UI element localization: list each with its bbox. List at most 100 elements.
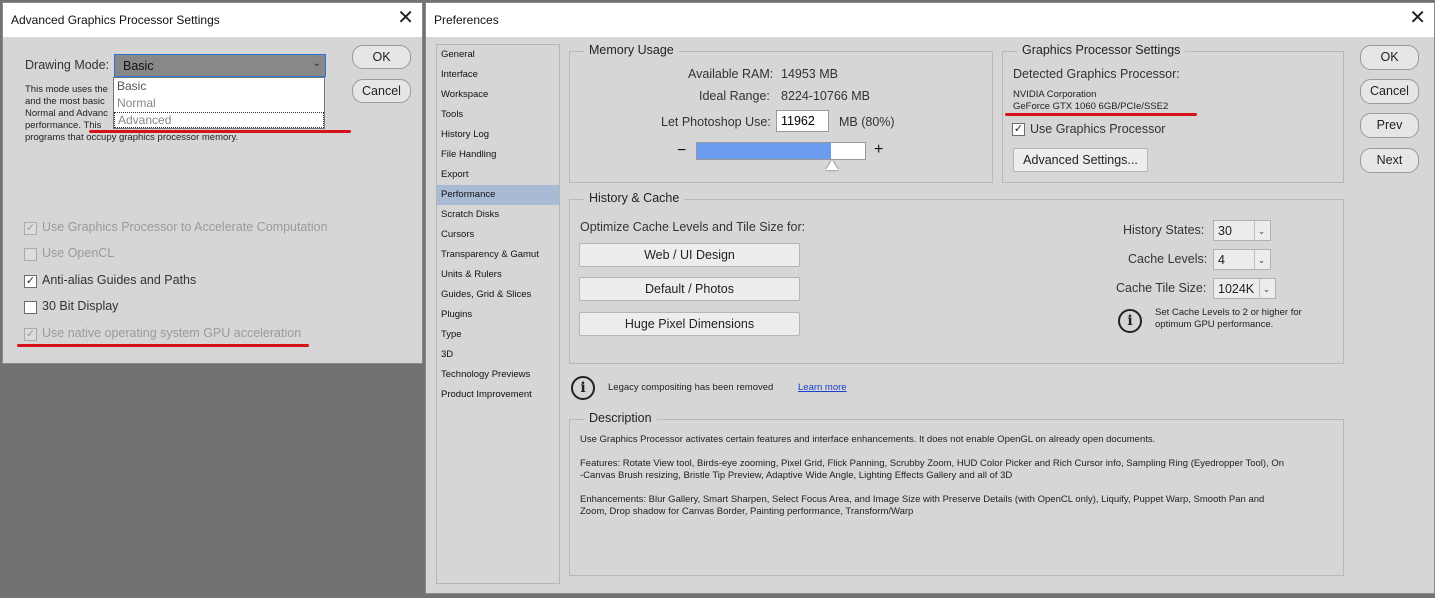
web-ui-design-button[interactable]: Web / UI Design	[579, 243, 800, 267]
prefs-cancel-button[interactable]: Cancel	[1360, 79, 1419, 104]
history-states-select[interactable]: 30 ⌄	[1213, 220, 1271, 241]
gpu-settings-legend: Graphics Processor Settings	[1017, 43, 1186, 57]
chevron-down-icon: ⌄	[312, 58, 321, 69]
sidebar-item-export[interactable]: Export	[437, 165, 559, 185]
prefs-sidebar: General Interface Workspace Tools History Lo…	[436, 44, 560, 584]
huge-pixel-dimensions-button[interactable]: Huge Pixel Dimensions	[579, 312, 800, 336]
sidebar-item-plugins[interactable]: Plugins	[437, 305, 559, 325]
opencl-checkbox[interactable]	[24, 248, 37, 261]
memory-slider-track[interactable]	[696, 142, 866, 160]
30bit-display-checkbox[interactable]	[24, 301, 37, 314]
cache-levels-label: Cache Levels:	[1128, 252, 1208, 266]
chevron-down-icon: ⌄	[1254, 250, 1268, 270]
highlight-underline-gpu-model	[1005, 113, 1197, 116]
antialias-checkbox[interactable]: ✓	[24, 275, 37, 288]
sidebar-item-workspace[interactable]: Workspace	[437, 85, 559, 105]
sidebar-item-units-rulers[interactable]: Units & Rulers	[437, 265, 559, 285]
prefs-ok-button[interactable]: OK	[1360, 45, 1419, 70]
prefs-title: Preferences	[434, 13, 499, 27]
learn-more-link[interactable]: Learn more	[798, 382, 847, 393]
dropdown-option-normal[interactable]: Normal	[114, 95, 324, 112]
cache-levels-select[interactable]: 4 ⌄	[1213, 249, 1271, 270]
ideal-range-value: 8224-10766 MB	[781, 89, 870, 103]
sidebar-item-tools[interactable]: Tools	[437, 105, 559, 125]
info-icon: i	[1118, 309, 1142, 333]
sidebar-item-history-log[interactable]: History Log	[437, 125, 559, 145]
mode-desc-line-2: and the most basic	[25, 96, 105, 107]
sidebar-item-general[interactable]: General	[437, 45, 559, 65]
sidebar-item-scratch-disks[interactable]: Scratch Disks	[437, 205, 559, 225]
default-photos-button[interactable]: Default / Photos	[579, 277, 800, 301]
chevron-down-icon: ⌄	[1254, 221, 1268, 241]
native-gpu-accel-label: Use native operating system GPU accelera…	[42, 326, 302, 340]
available-ram-value: 14953 MB	[781, 67, 838, 81]
legacy-info-icon: i	[571, 376, 595, 400]
gpu-vendor: NVIDIA Corporation	[1013, 89, 1097, 100]
drawing-mode-select[interactable]: Basic ⌄	[114, 54, 326, 77]
cache-tile-size-select[interactable]: 1024K ⌄	[1213, 278, 1276, 299]
description-paragraph-1: Use Graphics Processor activates certain…	[580, 434, 1156, 445]
highlight-underline-native	[17, 344, 309, 347]
sidebar-item-guides-grid-slices[interactable]: Guides, Grid & Slices	[437, 285, 559, 305]
cache-levels-value: 4	[1218, 253, 1225, 267]
sidebar-item-interface[interactable]: Interface	[437, 65, 559, 85]
sidebar-item-3d[interactable]: 3D	[437, 345, 559, 365]
prefs-prev-button[interactable]: Prev	[1360, 113, 1419, 138]
chevron-down-icon: ⌄	[1259, 279, 1273, 299]
agps-titlebar: Advanced Graphics Processor Settings ✕	[3, 3, 422, 37]
cancel-button[interactable]: Cancel	[352, 79, 411, 103]
description-features-line-2: -Canvas Brush resizing, Bristle Tip Prev…	[580, 470, 1013, 481]
memory-slider-thumb[interactable]	[826, 160, 838, 170]
highlight-underline-advanced	[89, 130, 351, 133]
mode-desc-line-3: Normal and Advanc	[25, 108, 108, 119]
prefs-next-button[interactable]: Next	[1360, 148, 1419, 173]
prefs-titlebar: Preferences ✕	[426, 3, 1434, 37]
sidebar-item-product-improvement[interactable]: Product Improvement	[437, 385, 559, 405]
memory-usage-legend: Memory Usage	[584, 43, 679, 57]
cache-tile-size-value: 1024K	[1218, 282, 1255, 296]
sidebar-item-cursors[interactable]: Cursors	[437, 225, 559, 245]
legacy-compositing-text: Legacy compositing has been removed	[608, 382, 774, 393]
dropdown-option-basic[interactable]: Basic	[114, 78, 324, 95]
history-states-label: History States:	[1123, 223, 1205, 237]
available-ram-label: Available RAM:	[688, 67, 774, 81]
accel-computation-checkbox[interactable]: ✓	[24, 222, 37, 235]
cache-tile-size-label: Cache Tile Size:	[1116, 281, 1207, 295]
use-gpu-checkbox[interactable]: ✓	[1012, 123, 1025, 136]
gpu-model: GeForce GTX 1060 6GB/PCIe/SSE2	[1013, 101, 1169, 112]
30bit-display-label: 30 Bit Display	[42, 299, 119, 313]
mode-desc-line-1: This mode uses the	[25, 84, 108, 95]
memory-unit-label: MB (80%)	[839, 115, 895, 129]
plus-icon[interactable]: +	[874, 141, 883, 159]
sidebar-item-file-handling[interactable]: File Handling	[437, 145, 559, 165]
close-icon[interactable]: ✕	[397, 8, 414, 28]
detected-gpu-label: Detected Graphics Processor:	[1013, 67, 1180, 81]
optimize-cache-label: Optimize Cache Levels and Tile Size for:	[580, 220, 806, 234]
sidebar-item-transparency-gamut[interactable]: Transparency & Gamut	[437, 245, 559, 265]
antialias-label: Anti-alias Guides and Paths	[42, 273, 197, 287]
drawing-mode-dropdown: Basic Normal Advanced	[113, 77, 325, 129]
sidebar-item-type[interactable]: Type	[437, 325, 559, 345]
advanced-settings-button[interactable]: Advanced Settings...	[1013, 148, 1148, 172]
ideal-range-label: Ideal Range:	[699, 89, 770, 103]
history-cache-legend: History & Cache	[584, 191, 685, 205]
agps-title: Advanced Graphics Processor Settings	[11, 13, 220, 27]
let-photoshop-use-label: Let Photoshop Use:	[661, 115, 771, 129]
minus-icon[interactable]: −	[677, 142, 686, 160]
native-gpu-accel-checkbox[interactable]: ✓	[24, 328, 37, 341]
memory-amount-input[interactable]	[776, 110, 829, 132]
cache-info-line-1: Set Cache Levels to 2 or higher for	[1155, 307, 1302, 318]
close-icon[interactable]: ✕	[1409, 8, 1426, 28]
description-legend: Description	[584, 411, 657, 425]
sidebar-item-performance[interactable]: Performance	[437, 185, 559, 205]
description-features-line-1: Features: Rotate View tool, Birds-eye zo…	[580, 458, 1284, 469]
accel-computation-label: Use Graphics Processor to Accelerate Com…	[42, 220, 328, 234]
mode-desc-line-5: programs that occupy graphics processor …	[25, 132, 239, 143]
description-enhancements-line-1: Enhancements: Blur Gallery, Smart Sharpe…	[580, 494, 1265, 505]
opencl-label: Use OpenCL	[42, 246, 115, 260]
sidebar-item-technology-previews[interactable]: Technology Previews	[437, 365, 559, 385]
prefs-nav-list: General Interface Workspace Tools History Lo…	[437, 45, 559, 405]
drawing-mode-value: Basic	[123, 59, 154, 73]
dropdown-option-advanced[interactable]: Advanced	[114, 112, 324, 128]
ok-button[interactable]: OK	[352, 45, 411, 69]
